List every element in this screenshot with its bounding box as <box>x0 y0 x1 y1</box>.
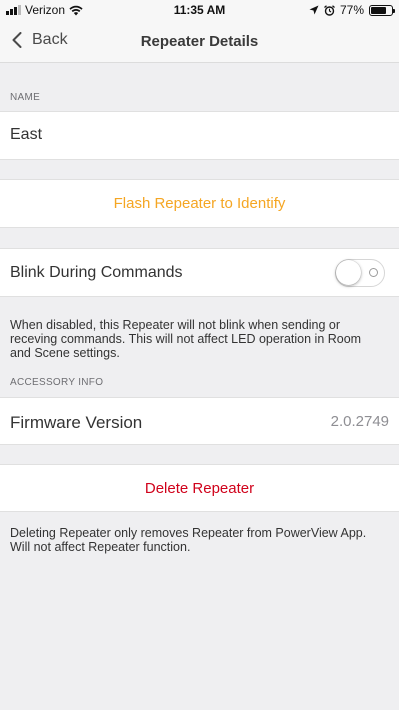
location-icon <box>309 5 319 15</box>
status-bar-right: 77% <box>309 3 395 17</box>
delete-note: Deleting Repeater only removes Repeater … <box>10 526 367 554</box>
firmware-row: Firmware Version 2.0.2749 <box>0 397 399 445</box>
name-value: East <box>10 126 43 143</box>
delete-repeater-button[interactable]: Delete Repeater <box>0 464 399 512</box>
status-bar: Verizon 11:35 AM 77% <box>0 0 399 20</box>
flash-identify-label: Flash Repeater to Identify <box>113 195 286 212</box>
page-title: Repeater Details <box>140 33 259 50</box>
battery-percent: 77% <box>339 3 364 17</box>
blink-toggle[interactable] <box>335 259 385 287</box>
flash-identify-button[interactable]: Flash Repeater to Identify <box>0 179 399 228</box>
firmware-value: 2.0.2749 <box>330 413 389 430</box>
name-section-label: NAME <box>10 92 41 103</box>
accessory-info-label: ACCESSORY INFO <box>10 377 104 388</box>
delete-repeater-label: Delete Repeater <box>144 480 255 497</box>
firmware-label: Firmware Version <box>10 413 143 432</box>
navigation-bar: Back Repeater Details <box>0 20 399 63</box>
battery-fill <box>371 6 387 14</box>
blink-during-commands-row: Blink During Commands <box>0 248 399 297</box>
blink-label: Blink During Commands <box>10 264 183 281</box>
toggle-off-icon <box>369 268 378 277</box>
battery-icon <box>369 4 395 16</box>
alarm-icon <box>324 4 335 16</box>
blink-note: When disabled, this Repeater will not bl… <box>10 318 362 360</box>
toggle-knob <box>336 260 361 285</box>
name-field[interactable]: East <box>0 111 399 160</box>
